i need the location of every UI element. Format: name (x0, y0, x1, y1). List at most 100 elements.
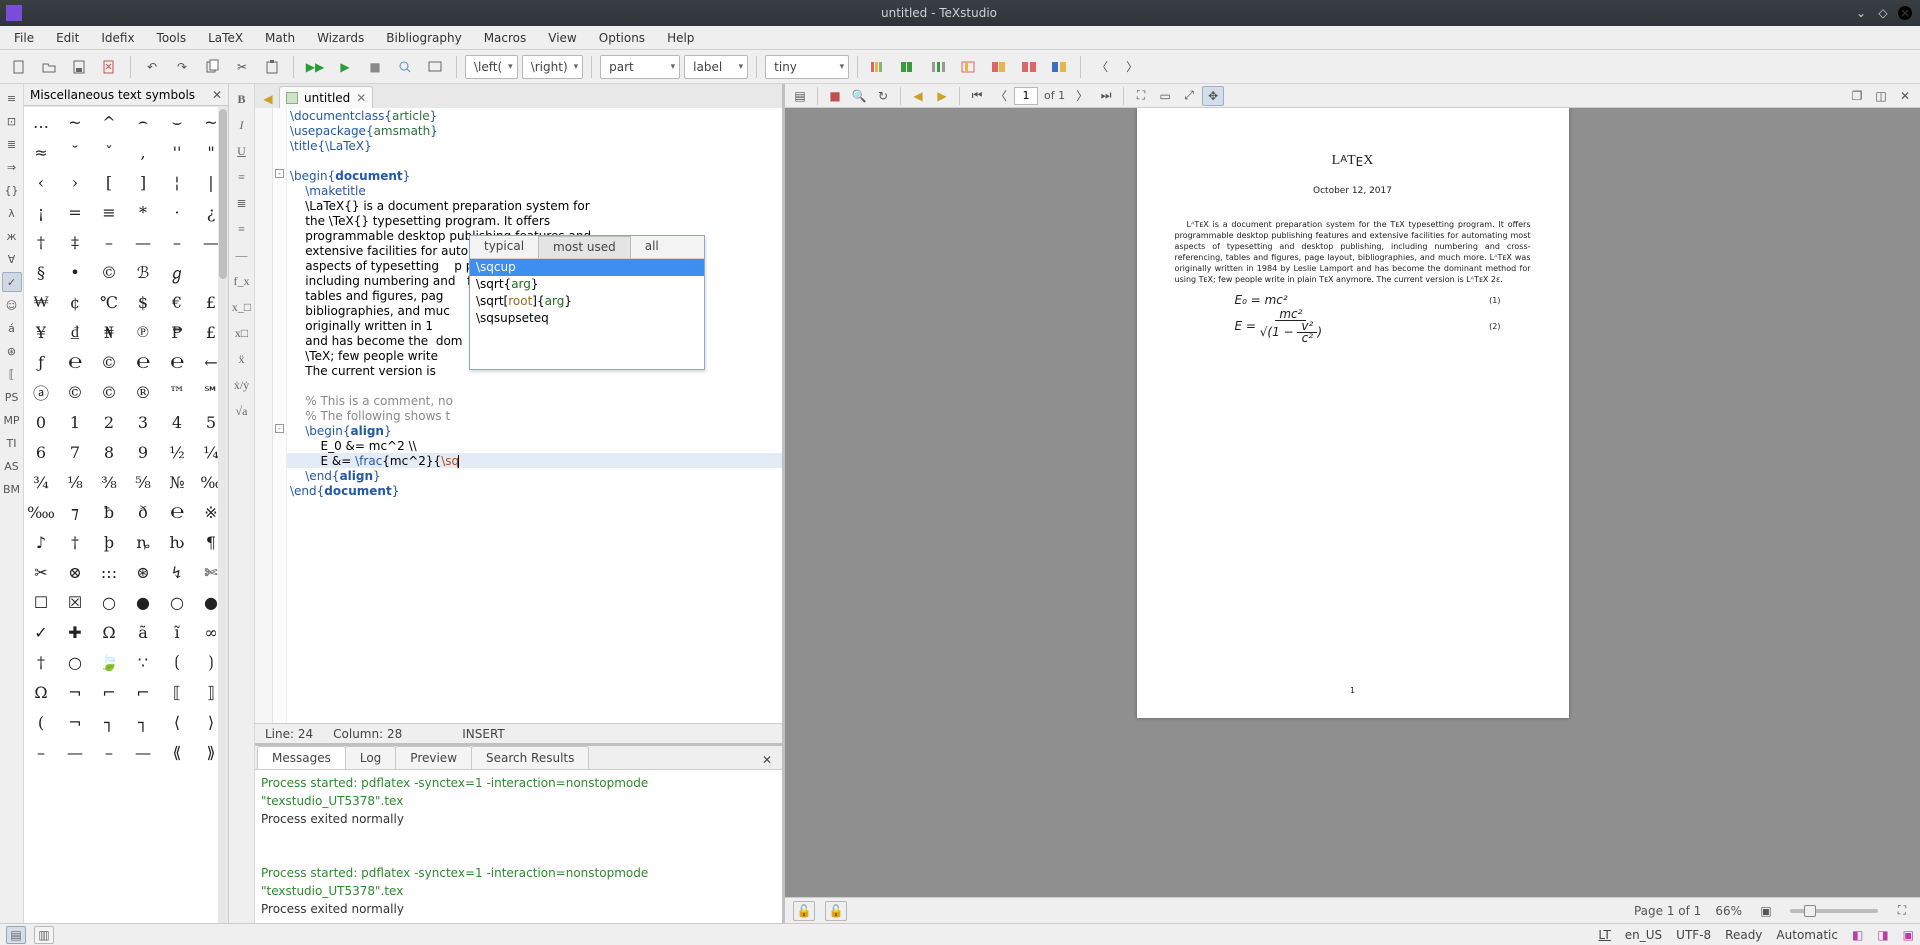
section-combo[interactable]: part▾ (600, 55, 680, 79)
symbol-cell[interactable]: ₦ (92, 317, 126, 347)
stop-button[interactable]: ■ (362, 54, 388, 80)
pdf-prev-page-icon[interactable]: 〈 (990, 86, 1012, 106)
menu-macros[interactable]: Macros (474, 28, 537, 48)
ac-tab-typical[interactable]: typical (470, 236, 538, 258)
symbol-cell[interactable]: ⅝ (126, 467, 160, 497)
symbol-cell[interactable]: © (92, 347, 126, 377)
symbol-cell[interactable]: ℮ (160, 347, 194, 377)
symbol-cell[interactable]: ⊗ (58, 557, 92, 587)
symbol-cell[interactable]: ℮ (126, 347, 160, 377)
pdf-menu-icon[interactable]: ▤ (789, 86, 811, 106)
symbol-cell[interactable]: 9 (126, 437, 160, 467)
messages-body[interactable]: Process started: pdflatex -synctex=1 -in… (255, 770, 782, 923)
format-btn-0[interactable]: B (231, 88, 253, 110)
symbol-cell[interactable]: • (58, 257, 92, 287)
symbol-scrollbar[interactable] (218, 107, 228, 923)
menu-idefix[interactable]: Idefix (91, 28, 144, 48)
symbol-cell[interactable]: $ (126, 287, 160, 317)
symbol-cell[interactable]: ₫ (58, 317, 92, 347)
new-file-button[interactable] (6, 54, 32, 80)
menu-wizards[interactable]: Wizards (307, 28, 374, 48)
ac-item[interactable]: \sqcup (470, 259, 704, 276)
format-btn-5[interactable]: ≡ (231, 218, 253, 240)
symbol-cell[interactable]: ✓ (24, 617, 58, 647)
symbol-cell[interactable]: © (92, 257, 126, 287)
status-encoding[interactable]: UTF-8 (1676, 928, 1711, 942)
ac-item[interactable]: \sqrt[root]{arg} (470, 293, 704, 310)
close-window-button[interactable] (1896, 4, 1914, 22)
symbol-cell[interactable]: ⓐ (24, 377, 58, 407)
symbol-cell[interactable]: ⅜ (92, 467, 126, 497)
symbol-cell[interactable]: ã (126, 617, 160, 647)
symbol-cell[interactable]: † (58, 527, 92, 557)
symbol-cell[interactable]: * (126, 197, 160, 227)
symbol-cell[interactable]: ☒ (58, 587, 92, 617)
msg-tab-messages[interactable]: Messages (257, 746, 346, 769)
format-btn-10[interactable]: ẍ (231, 348, 253, 370)
pdf-zoom-reset-icon[interactable]: ▣ (1756, 901, 1776, 921)
symbol-cell[interactable]: – (24, 737, 58, 767)
ac-tab-most-used[interactable]: most used (538, 236, 631, 258)
close-file-button[interactable] (96, 54, 122, 80)
symbol-cell[interactable]: 2 (92, 407, 126, 437)
tab-close-icon[interactable]: ✕ (356, 91, 366, 105)
symbol-cell[interactable]: ⌐ (92, 677, 126, 707)
symbol-cell[interactable]: 7 (58, 437, 92, 467)
symbol-cell[interactable]: = (58, 197, 92, 227)
save-file-button[interactable] (66, 54, 92, 80)
symbol-cell[interactable]: ( (24, 707, 58, 737)
col-tool-2[interactable] (896, 54, 922, 80)
symbol-cell[interactable]: ○ (92, 587, 126, 617)
format-btn-8[interactable]: x_□ (231, 296, 253, 318)
symbol-cell[interactable]: ® (126, 377, 160, 407)
build-button[interactable]: ▶▶ (302, 54, 328, 80)
pdf-zoom-icon[interactable]: ⤢ (1178, 86, 1200, 106)
symbol-category-5[interactable]: λ (2, 203, 22, 223)
symbol-cell[interactable]: – (92, 227, 126, 257)
symbol-cell[interactable]: ℗ (126, 317, 160, 347)
format-btn-1[interactable]: I (231, 114, 253, 136)
symbol-cell[interactable]: 1 (58, 407, 92, 437)
symbol-cell[interactable]: ℮ (58, 347, 92, 377)
symbol-cell[interactable]: ¾ (24, 467, 58, 497)
symbol-cell[interactable]: ⟮ (160, 647, 194, 677)
symbol-cell[interactable]: ⁊ (58, 497, 92, 527)
col-tool-3[interactable] (926, 54, 952, 80)
pdf-page-input[interactable] (1014, 87, 1038, 105)
symbol-cell[interactable]: ‡ (58, 227, 92, 257)
pdf-zoom-slider[interactable] (1790, 909, 1878, 913)
symbol-cell[interactable]: Ω (92, 617, 126, 647)
code-editor[interactable]: - - \documentclass{article}\usepackage{a… (255, 108, 782, 723)
symbol-cell[interactable]: , (126, 137, 160, 167)
symbol-cell[interactable]: ƒ (24, 347, 58, 377)
right-delim-combo[interactable]: \right)▾ (522, 55, 583, 79)
label-combo[interactable]: label▾ (684, 55, 748, 79)
symbol-cell[interactable]: ⅛ (58, 467, 92, 497)
cut-button[interactable]: ✂ (229, 54, 255, 80)
status-locale[interactable]: en_US (1625, 928, 1662, 942)
menu-math[interactable]: Math (255, 28, 305, 48)
symbol-cell[interactable]: › (58, 167, 92, 197)
symbol-cell[interactable]: ƕ (160, 527, 194, 557)
minimize-button[interactable]: ⌄ (1852, 4, 1870, 22)
symbol-cell[interactable]: '' (160, 137, 194, 167)
symbol-cell[interactable]: ¦ (160, 167, 194, 197)
pdf-fwd-icon[interactable]: ▶ (931, 86, 953, 106)
symbol-category-9[interactable]: ☺ (2, 295, 22, 315)
editor-tab[interactable]: untitled ✕ (279, 86, 373, 108)
symbol-cell[interactable]: 4 (160, 407, 194, 437)
symbol-cell[interactable]: — (126, 737, 160, 767)
col-tool-4[interactable] (956, 54, 982, 80)
status-bm2-icon[interactable]: ◨ (1877, 928, 1888, 942)
ac-item[interactable]: \sqrt{arg} (470, 276, 704, 293)
status-bm3-icon[interactable]: ▣ (1903, 928, 1914, 942)
symbol-cell[interactable]: 🍃 (92, 647, 126, 677)
pdf-viewport[interactable]: LATEX October 12, 2017 LᴬTᴇX is a docume… (785, 108, 1920, 897)
fontsize-combo[interactable]: tiny▾ (765, 55, 849, 79)
symbol-category-7[interactable]: ∀ (2, 249, 22, 269)
symbol-cell[interactable]: ✂ (24, 557, 58, 587)
symbol-cell[interactable]: 6 (24, 437, 58, 467)
pdf-last-page-icon[interactable]: ⏭ (1095, 86, 1117, 106)
symbol-cell[interactable]: … (24, 107, 58, 137)
ac-tab-all[interactable]: all (631, 236, 673, 258)
